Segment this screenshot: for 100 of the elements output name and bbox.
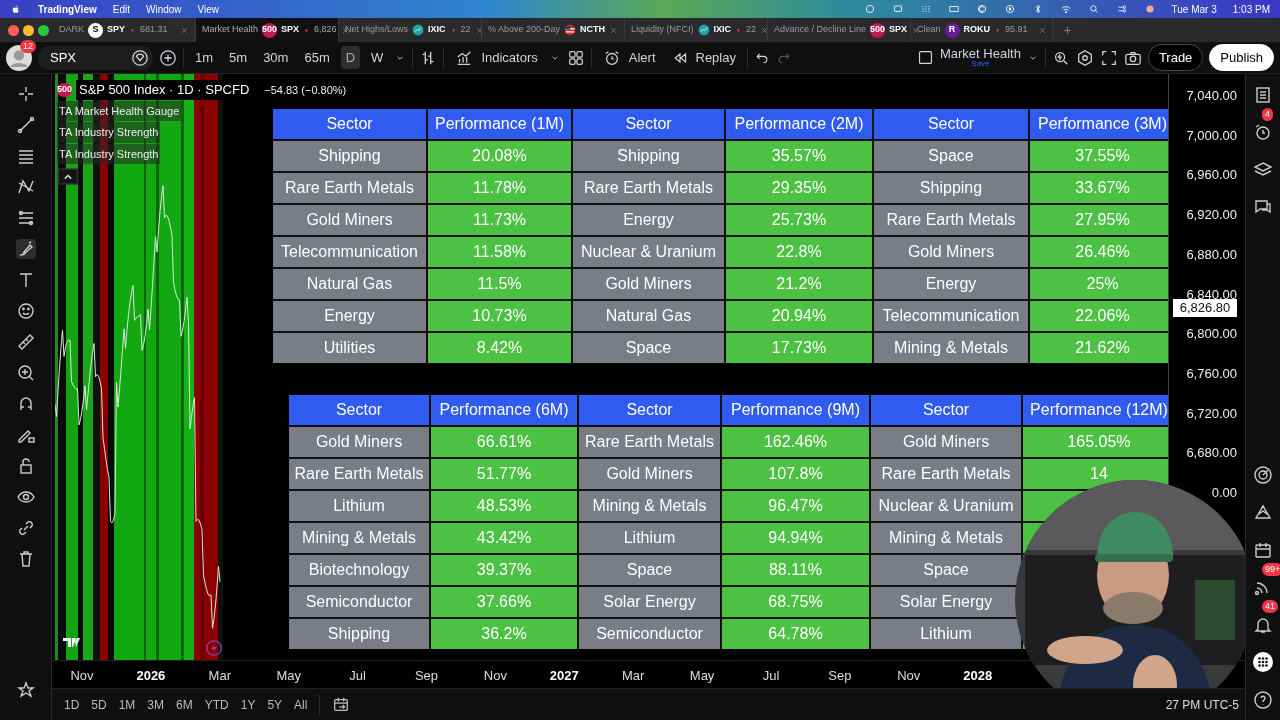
interval-button[interactable]: 1m — [190, 45, 219, 70]
app-menu[interactable]: TradingView — [38, 1, 97, 17]
price-label: 6,720.00 — [1186, 404, 1237, 423]
performance-cell: 64.78% — [722, 619, 869, 649]
calendar-range-icon[interactable] — [332, 695, 351, 714]
refresh-icon[interactable] — [975, 3, 988, 15]
interval-button[interactable]: W — [366, 45, 389, 70]
symbol-field[interactable]: SPX — [38, 45, 153, 70]
search-icon[interactable] — [1087, 3, 1100, 15]
menu-item[interactable]: Window — [145, 1, 182, 17]
zoom-in-icon[interactable] — [15, 363, 36, 383]
sector-cell: Gold Miners — [871, 427, 1021, 457]
avatar-icon[interactable] — [6, 44, 32, 71]
menu-item[interactable]: View — [197, 1, 220, 17]
sector-cell: Utilities — [273, 333, 426, 363]
menu-item[interactable]: Edit — [112, 1, 130, 17]
time-label: 2027 — [549, 667, 579, 685]
performance-cell: 11.5% — [428, 269, 571, 299]
collapse-icon[interactable] — [57, 167, 79, 185]
fullscreen-icon[interactable] — [1099, 48, 1118, 67]
publish-button[interactable]: Publish — [1209, 43, 1274, 72]
range-button[interactable]: YTD — [204, 695, 229, 714]
profile-icon[interactable] — [1143, 3, 1156, 15]
range-button[interactable]: 5Y — [267, 695, 283, 714]
layout-icon[interactable] — [566, 48, 585, 67]
trade-button[interactable]: Trade — [1147, 43, 1204, 72]
interval-button[interactable]: 30m — [258, 45, 294, 70]
range-button[interactable]: 5D — [91, 695, 107, 714]
range-button[interactable]: 1D — [64, 695, 80, 714]
watchlist-icon[interactable] — [1253, 84, 1273, 105]
lightning-icon[interactable] — [205, 639, 223, 657]
alarm-icon[interactable] — [1253, 122, 1273, 143]
replay-button[interactable]: Replay — [666, 45, 741, 70]
settings-icon[interactable] — [1075, 48, 1094, 67]
performance-cell: 39.37% — [431, 555, 577, 585]
play-icon[interactable] — [1003, 3, 1016, 15]
menu-date[interactable]: Tue Mar 3 — [1171, 1, 1217, 17]
indicator-label[interactable]: TA Industry Strength — [57, 122, 161, 143]
close-icon[interactable] — [474, 25, 484, 35]
close-icon[interactable] — [1038, 25, 1047, 35]
help-icon[interactable] — [1253, 690, 1273, 710]
performance-cell: 8.42% — [428, 333, 571, 363]
notification-badge: 4 — [1262, 107, 1273, 121]
sector-cell: Semiconductor — [579, 619, 720, 649]
down-marker-icon — [303, 26, 311, 34]
brush-icon[interactable] — [15, 239, 36, 259]
range-button[interactable]: 1Y — [240, 695, 256, 714]
symbol-logo: 500 — [870, 22, 886, 38]
close-icon[interactable] — [760, 25, 770, 35]
range-button[interactable]: All — [294, 695, 308, 714]
performance-cell: 17.73% — [726, 333, 872, 363]
add-tab-icon[interactable] — [1062, 24, 1073, 36]
sector-cell: Lithium — [871, 619, 1021, 649]
range-button[interactable]: 6M — [176, 695, 193, 714]
star-icon[interactable] — [15, 680, 36, 700]
sector-cell: Rare Earth Metals — [273, 173, 426, 203]
display-icon[interactable] — [947, 3, 960, 15]
down-marker-icon — [129, 26, 137, 34]
current-price-label: 6,826.80 — [1173, 299, 1237, 317]
apps-icon[interactable] — [1253, 652, 1273, 673]
interval-button[interactable]: 65m — [299, 45, 335, 70]
interval-button[interactable]: D — [340, 45, 361, 70]
indicator-label[interactable]: TA Industry Strength — [57, 143, 161, 164]
wifi-icon[interactable] — [1059, 3, 1072, 15]
trend-line-icon[interactable] — [15, 115, 36, 135]
time-label: Sep — [828, 667, 852, 685]
symbol-logo: R — [944, 22, 960, 38]
zoom-window-button[interactable] — [38, 24, 49, 36]
sector-cell: Shipping — [573, 141, 724, 171]
target-icon[interactable] — [1253, 464, 1273, 485]
close-icon[interactable] — [180, 25, 189, 35]
add-icon[interactable] — [159, 48, 177, 67]
close-window-button[interactable] — [8, 24, 19, 36]
column-header: Performance (12M) — [1023, 395, 1168, 425]
emoji-icon[interactable] — [15, 301, 36, 321]
indicator-label[interactable]: TA Market Health Gauge — [57, 100, 182, 121]
sector-cell: Space — [579, 555, 720, 585]
performance-cell: 20.08% — [428, 141, 571, 171]
performance-cell: 165.05% — [1023, 427, 1168, 457]
price-label: 6,760.00 — [1186, 364, 1237, 383]
alert-button[interactable]: Alert — [597, 45, 661, 70]
time-label: Jul — [349, 667, 366, 685]
range-button[interactable]: 1M — [118, 695, 136, 714]
save-link[interactable]: Save — [971, 60, 990, 68]
sector-cell: Gold Miners — [874, 237, 1028, 267]
close-icon[interactable] — [609, 25, 619, 35]
indicators-button[interactable]: Indicators — [450, 45, 543, 70]
performance-cell: 107.8% — [722, 459, 869, 489]
layout-name[interactable]: Market Health — [939, 47, 1021, 60]
tab-price: 681.31 — [140, 23, 168, 37]
menu-time[interactable]: 1:03 PM — [1232, 1, 1270, 17]
minimize-window-button[interactable] — [23, 24, 34, 36]
control-center-icon[interactable] — [1115, 3, 1128, 15]
time-label: 2028 — [963, 667, 993, 685]
range-button[interactable]: 3M — [147, 695, 165, 714]
performance-cell: 96.47% — [722, 491, 869, 521]
screen-icon[interactable] — [891, 3, 904, 15]
interval-button[interactable]: 5m — [224, 45, 253, 70]
square-icon[interactable] — [916, 49, 934, 66]
status-icon[interactable] — [863, 3, 876, 15]
